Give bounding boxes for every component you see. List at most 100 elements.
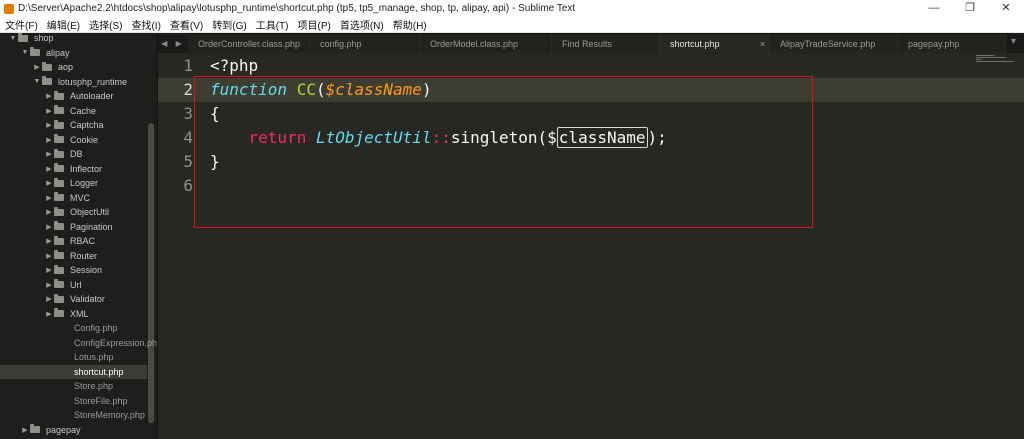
sidebar-folder-item[interactable]: ▶ Inflector	[0, 162, 147, 176]
sidebar-folder-item[interactable]: ▶ aop	[0, 60, 147, 74]
tab-2[interactable]: OrderModel.class.php	[420, 35, 552, 53]
tab-1[interactable]: config.php	[310, 35, 420, 53]
sidebar-folder-item[interactable]: ▶ ObjectUtil	[0, 205, 147, 219]
folder-icon	[54, 192, 64, 201]
sidebar-item-label: ObjectUtil	[70, 207, 110, 217]
line-number: 1	[183, 56, 193, 75]
menu-item-2[interactable]: 选择(S)	[89, 17, 122, 32]
sidebar-file-item[interactable]: Store.php	[0, 379, 147, 393]
tab-label: OrderModel.class.php	[430, 39, 519, 49]
sidebar-folder-item[interactable]: ▶ DB	[0, 147, 147, 161]
sidebar-item-label: MVC	[70, 192, 90, 203]
sublime-logo-icon	[4, 3, 14, 14]
php-open-tag: <?php	[210, 56, 259, 75]
menu-item-1[interactable]: 编辑(E)	[47, 17, 80, 32]
code-editor[interactable]: 123456 <?php function CC($className) { r…	[158, 53, 1024, 439]
disclosure-collapsed-icon[interactable]: ▶	[44, 252, 54, 260]
sidebar-folder-item[interactable]: ▶ Captcha	[0, 118, 147, 132]
sidebar-file-item[interactable]: Lotus.php	[0, 350, 147, 364]
sidebar-folder-item[interactable]: ▶ pagepay	[0, 423, 147, 437]
line-number: 6	[183, 176, 193, 195]
tab-overflow-icon[interactable]: ▾	[1011, 36, 1016, 47]
menu-item-9[interactable]: 帮助(H)	[393, 17, 427, 32]
sidebar-scrollbar-thumb[interactable]	[148, 123, 154, 423]
sidebar-folder-item[interactable]: ▼ lotusphp_runtime	[0, 75, 147, 89]
sidebar-folder-item[interactable]: ▶ Cache	[0, 104, 147, 118]
sidebar-folder-item[interactable]: ▶ Validator	[0, 292, 147, 306]
tab-close-icon[interactable]: ✕	[759, 40, 766, 49]
disclosure-collapsed-icon[interactable]: ▶	[44, 150, 54, 158]
sidebar-folder-item[interactable]: ▼ shop	[0, 33, 147, 45]
disclosure-collapsed-icon[interactable]: ▶	[44, 136, 54, 144]
sidebar-folder-item[interactable]: ▶ Cookie	[0, 133, 147, 147]
sidebar-folder-item[interactable]: ▶ Session	[0, 263, 147, 277]
close-window-button[interactable]: ✕	[988, 0, 1024, 17]
minimap[interactable]	[976, 55, 1014, 67]
disclosure-collapsed-icon[interactable]: ▶	[44, 223, 54, 231]
sidebar-folder-item[interactable]: ▶ Pagination	[0, 220, 147, 234]
folder-icon	[54, 250, 64, 259]
disclosure-collapsed-icon[interactable]: ▶	[44, 208, 54, 216]
sidebar-item-label: XML	[70, 308, 89, 319]
tab-3[interactable]: Find Results	[552, 35, 660, 53]
sidebar-folder-item[interactable]: ▼ alipay	[0, 46, 147, 60]
disclosure-collapsed-icon[interactable]: ▶	[44, 194, 54, 202]
disclosure-collapsed-icon[interactable]: ▶	[44, 281, 54, 289]
sidebar-item-label: Session	[70, 265, 103, 275]
sidebar-folder-item[interactable]: ▶ MVC	[0, 191, 147, 205]
sidebar-file-item[interactable]: ConfigExpression.ph	[0, 336, 157, 350]
minimize-button[interactable]: —	[916, 0, 952, 17]
sidebar-file-item[interactable]: shortcut.php	[0, 364, 147, 379]
disclosure-expanded-icon[interactable]: ▼	[20, 49, 30, 56]
disclosure-collapsed-icon[interactable]: ▶	[44, 310, 54, 318]
tab-label: config.php	[320, 39, 362, 49]
disclosure-collapsed-icon[interactable]: ▶	[44, 237, 54, 245]
disclosure-collapsed-icon[interactable]: ▶	[44, 107, 54, 115]
tab-0[interactable]: OrderController.class.php	[188, 35, 310, 53]
sidebar-folder-item[interactable]: ▶ XML	[0, 307, 147, 321]
disclosure-expanded-icon[interactable]: ▼	[8, 35, 18, 42]
sidebar-folder-item[interactable]: ▶ Autoloader	[0, 89, 147, 103]
sidebar-folder-item[interactable]: ▶ RBAC	[0, 234, 147, 248]
sidebar-file-item[interactable]: StoreMemory.php	[0, 408, 147, 422]
code-line-1[interactable]: <?php	[210, 54, 258, 78]
tab-nav-arrows-icon[interactable]: ◀ ▶	[158, 33, 188, 53]
sidebar-item-label: StoreMemory.php	[74, 410, 145, 420]
menu-item-7[interactable]: 项目(P)	[298, 17, 331, 32]
menu-item-8[interactable]: 首选项(N)	[340, 17, 384, 32]
folder-icon	[54, 105, 64, 114]
tab-label: Find Results	[562, 39, 613, 49]
sidebar-item-label: lotusphp_runtime	[58, 76, 128, 87]
sidebar-file-item[interactable]: Config.php	[0, 321, 147, 335]
folder-icon	[54, 177, 64, 187]
tab-6[interactable]: pagepay.php	[898, 35, 1006, 53]
sidebar-item-label: Config.php	[74, 323, 118, 333]
folder-icon	[54, 134, 64, 143]
tab-4[interactable]: shortcut.php ✕	[660, 35, 770, 53]
disclosure-expanded-icon[interactable]: ▼	[32, 78, 42, 85]
menu-item-4[interactable]: 查看(V)	[170, 17, 203, 32]
disclosure-collapsed-icon[interactable]: ▶	[32, 63, 42, 71]
sidebar-item-label: Lotus.php	[74, 352, 114, 362]
disclosure-collapsed-icon[interactable]: ▶	[44, 92, 54, 100]
restore-button[interactable]: ❐	[952, 0, 988, 17]
sidebar-folder-item[interactable]: ▶ Url	[0, 278, 147, 292]
disclosure-collapsed-icon[interactable]: ▶	[44, 121, 54, 129]
tab-5[interactable]: AlipayTradeService.php	[770, 35, 898, 53]
sidebar-folder-item[interactable]: ▶ Router	[0, 249, 147, 263]
folder-icon	[54, 90, 64, 100]
disclosure-collapsed-icon[interactable]: ▶	[44, 266, 54, 274]
folder-icon	[54, 308, 64, 317]
menu-item-0[interactable]: 文件(F)	[5, 17, 38, 32]
menu-item-6[interactable]: 工具(T)	[256, 17, 289, 32]
menu-item-5[interactable]: 转到(G)	[212, 17, 246, 32]
disclosure-collapsed-icon[interactable]: ▶	[20, 426, 30, 434]
disclosure-collapsed-icon[interactable]: ▶	[44, 165, 54, 173]
folder-icon	[54, 221, 64, 230]
sidebar-folder-item[interactable]: ▶ Logger	[0, 176, 147, 190]
disclosure-collapsed-icon[interactable]: ▶	[44, 295, 54, 303]
disclosure-collapsed-icon[interactable]: ▶	[44, 179, 54, 187]
folder-icon	[54, 148, 64, 158]
menu-item-3[interactable]: 查找(I)	[131, 17, 160, 32]
sidebar-file-item[interactable]: StoreFile.php	[0, 394, 147, 408]
